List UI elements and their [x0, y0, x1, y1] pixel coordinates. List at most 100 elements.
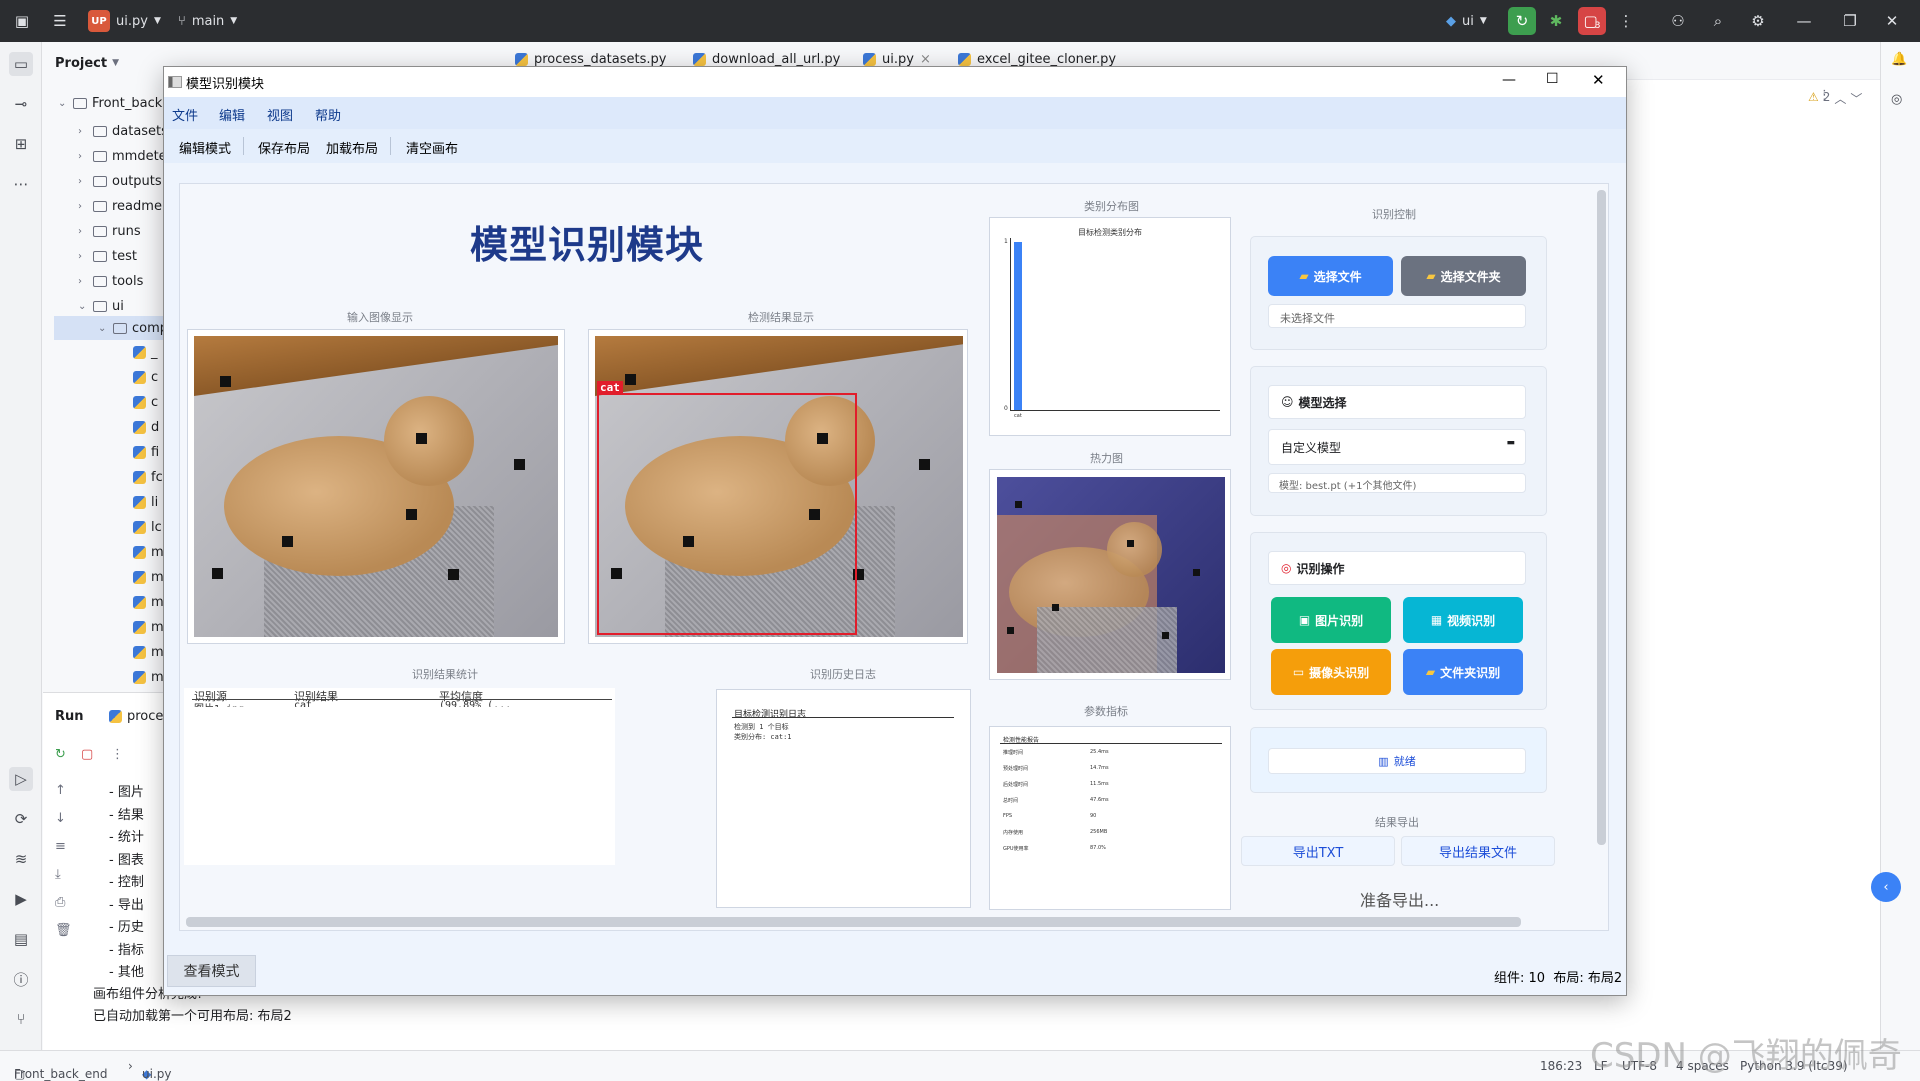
horizontal-scrollbar[interactable] [186, 917, 1521, 927]
tree-file[interactable]: fc [133, 466, 163, 488]
soft-wrap-icon[interactable]: ≡ [55, 839, 66, 854]
minimize-icon[interactable]: — [1792, 9, 1816, 33]
add-user-icon[interactable]: ⚇ [1666, 9, 1690, 33]
close-icon[interactable]: ✕ [1592, 71, 1605, 89]
debug-icon[interactable]: ✱ [1544, 9, 1568, 33]
run-tool-icon[interactable]: ▷ [9, 767, 33, 791]
tree-file[interactable]: _ [133, 341, 158, 363]
tree-file[interactable]: m [133, 616, 164, 638]
editor-tab-active[interactable]: ui.py × [863, 52, 931, 67]
close-tab-icon[interactable]: × [920, 52, 931, 67]
tree-item[interactable]: › tools [78, 270, 143, 292]
tree-item[interactable]: › readme [78, 195, 162, 217]
main-menu-icon[interactable]: ☰ [48, 9, 72, 33]
tree-file[interactable]: li [133, 491, 158, 513]
save-layout-button[interactable]: 保存布局 [258, 138, 310, 157]
tree-file[interactable]: m [133, 566, 164, 588]
menu-view[interactable]: 视图 [267, 105, 293, 124]
maximize-icon[interactable]: ☐ [1546, 71, 1559, 87]
model-select[interactable]: 自定义模型 ▬ [1268, 429, 1526, 465]
commit-icon[interactable]: ⊸ [9, 92, 33, 116]
tree-file[interactable]: c [133, 366, 158, 388]
settings-icon[interactable]: ⚙ [1746, 9, 1770, 33]
tree-file-label: m [151, 669, 164, 685]
tree-file[interactable]: m [133, 666, 164, 688]
close-icon[interactable]: ✕ [1880, 9, 1904, 33]
tree-item[interactable]: › mmdete [78, 145, 167, 167]
tree-root[interactable]: ⌄ Front_back [58, 92, 162, 114]
structure-icon[interactable]: ⊞ [9, 132, 33, 156]
project-panel-title[interactable]: Project ▼ [55, 52, 119, 74]
scroll-end-icon[interactable]: ⤓ [55, 867, 61, 882]
ide-logo-icon[interactable]: ▣ [10, 9, 34, 33]
python-console-icon[interactable]: ⟳ [9, 807, 33, 831]
camera-recognition-button[interactable]: ▭ 摄像头识别 [1271, 649, 1391, 695]
tree-item[interactable]: › runs [78, 220, 141, 242]
video-recognition-button[interactable]: ▦ 视频识别 [1403, 597, 1523, 643]
image-recognition-button[interactable]: ▣ 图片识别 [1271, 597, 1391, 643]
problems-icon[interactable]: ⓘ [9, 967, 33, 991]
menu-file[interactable]: 文件 [172, 105, 198, 124]
clear-canvas-button[interactable]: 清空画布 [406, 138, 458, 157]
more-icon[interactable]: ⋮ [1614, 9, 1638, 33]
chevron-down-icon: ﹀ [1850, 92, 1863, 106]
python-file-icon [133, 370, 146, 384]
branch-switcher[interactable]: ⑂ main ▼ [178, 8, 237, 34]
editor-tab[interactable]: excel_gitee_cloner.py [958, 52, 1116, 67]
notifications-icon[interactable]: 🔔 [1891, 52, 1907, 67]
minimize-icon[interactable]: — [1502, 72, 1516, 88]
editor-tab[interactable]: process_datasets.py [515, 52, 666, 67]
collapse-icon[interactable]: ‹ [1871, 872, 1901, 902]
tree-file[interactable]: lc [133, 516, 162, 538]
folder-recognition-button[interactable]: ▰ 文件夹识别 [1403, 649, 1523, 695]
tree-file[interactable]: c [133, 391, 158, 413]
tree-item[interactable]: › outputs [78, 170, 162, 192]
tree-item[interactable]: › datasets [78, 120, 168, 142]
tree-file[interactable]: d [133, 416, 159, 438]
target-icon: ◎ [1281, 561, 1292, 575]
trash-icon[interactable]: 🗑 [55, 923, 72, 938]
layout-canvas[interactable]: 模型识别模块 输入图像显示 检测结果显示 cat 类别分布图 目标检测类别分布 … [179, 183, 1609, 931]
menu-edit[interactable]: 编辑 [219, 105, 245, 124]
tree-file[interactable]: m [133, 541, 164, 563]
ai-assistant-icon[interactable]: ◎ [1891, 92, 1902, 107]
print-icon[interactable]: ⎙ [55, 895, 65, 910]
scroll-down-icon[interactable]: ↓ [55, 811, 66, 826]
select-file-button[interactable]: ▰ 选择文件 [1268, 256, 1393, 296]
services-icon[interactable]: ▶ [9, 887, 33, 911]
project-switcher[interactable]: UP ui.py ▼ [88, 8, 161, 34]
export-file-button[interactable]: 导出结果文件 [1401, 836, 1555, 866]
load-layout-button[interactable]: 加载布局 [326, 138, 378, 157]
vertical-scrollbar[interactable] [1597, 190, 1606, 845]
run-config-selector[interactable]: ◆ ui ▼ [1446, 8, 1487, 34]
layers-icon[interactable]: ≋ [9, 847, 33, 871]
editor-tab[interactable]: download_all_url.py [693, 52, 840, 67]
folder-icon [93, 125, 107, 137]
export-txt-button[interactable]: 导出TXT [1241, 836, 1395, 866]
terminal-icon[interactable]: ▤ [9, 927, 33, 951]
project-folder-icon[interactable]: ▭ [9, 52, 33, 76]
tree-file[interactable]: m [133, 591, 164, 613]
inspection-widget[interactable]: ⚠ 2 ︿ ﹀ [1808, 90, 1862, 107]
tree-file[interactable]: m [133, 641, 164, 663]
restore-icon[interactable]: ❐ [1838, 9, 1862, 33]
edit-mode-button[interactable]: 编辑模式 [179, 138, 231, 157]
run-tab[interactable]: proce [109, 709, 163, 724]
more-icon[interactable]: ⋮ [111, 747, 124, 762]
stop-icon[interactable]: ▢ [81, 747, 93, 762]
scroll-up-icon[interactable]: ↑ [55, 783, 66, 798]
rerun-button[interactable]: ↻ [1508, 7, 1536, 35]
tree-item-comp[interactable]: ⌄ comp [98, 317, 168, 339]
git-icon[interactable]: ⑂ [9, 1007, 33, 1031]
tree-item[interactable]: ⌄ ui [78, 295, 124, 317]
tree-file[interactable]: fi [133, 441, 159, 463]
menu-help[interactable]: 帮助 [315, 105, 341, 124]
search-icon[interactable]: ⌕ [1706, 9, 1730, 33]
view-mode-button[interactable]: 查看模式 [167, 955, 256, 987]
stop-button[interactable]: ▢ 3 [1578, 7, 1606, 35]
rerun-icon[interactable]: ↻ [55, 747, 66, 762]
caret-position[interactable]: 186:23 [1540, 1059, 1582, 1073]
select-folder-button[interactable]: ▰ 选择文件夹 [1401, 256, 1526, 296]
more-tools-icon[interactable]: ⋯ [9, 172, 33, 196]
tree-item[interactable]: › test [78, 245, 137, 267]
